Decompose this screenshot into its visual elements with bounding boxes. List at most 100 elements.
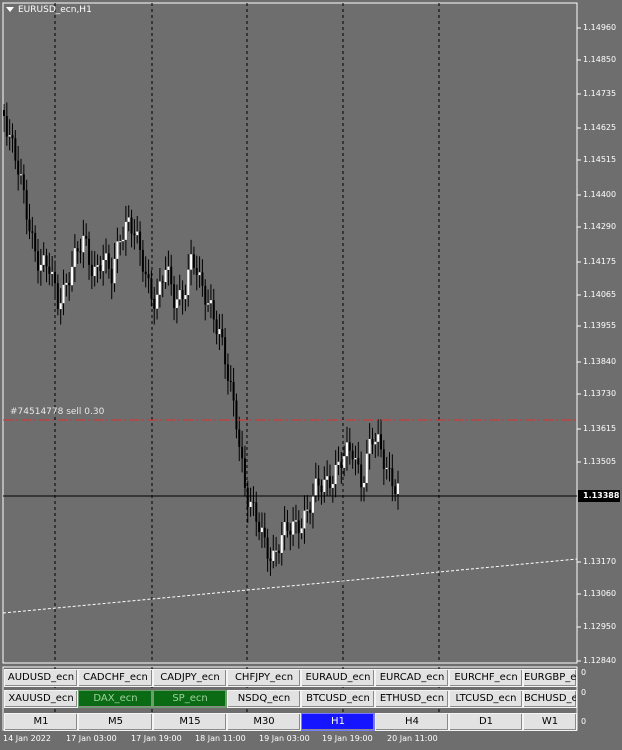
m5-button[interactable]: M5 (78, 713, 153, 731)
price-bar (263, 512, 266, 548)
price-bar (323, 466, 326, 503)
price-bar (11, 123, 14, 153)
price-bar (156, 278, 159, 320)
d1-button[interactable]: D1 (449, 713, 523, 731)
price-bar (277, 544, 280, 564)
price-bar (212, 288, 215, 333)
price-bar (394, 479, 397, 502)
time-axis-label: 20 Jan 11:00 (387, 734, 438, 743)
price-bar (181, 280, 184, 315)
time-axis-label: 17 Jan 03:00 (66, 734, 117, 743)
price-bar (204, 279, 207, 321)
nsdq-ecn-button[interactable]: NSDQ_ecn (227, 690, 301, 708)
price-bar (249, 487, 252, 517)
trendline[interactable] (2, 558, 578, 614)
ethusd-ecn-button[interactable]: ETHUSD_ecn (375, 690, 449, 708)
eurchf-ecn-button[interactable]: EURCHF_ecn (449, 669, 523, 687)
price-bar (198, 256, 201, 288)
xauusd-ecn-button[interactable]: XAUUSD_ecn (4, 690, 78, 708)
price-axis-label: 1.14065 (583, 290, 617, 299)
audusd-ecn-button[interactable]: AUDUSD_ecn (4, 669, 78, 687)
price-bar (153, 287, 156, 325)
price-bar (232, 367, 235, 417)
dropdown-arrow-icon[interactable] (6, 7, 14, 12)
subwindow-zero-label: 0 (581, 717, 587, 726)
price-bar (28, 203, 31, 240)
cadchf-ecn-button[interactable]: CADCHF_ecn (78, 669, 153, 687)
price-bar (141, 240, 144, 282)
price-axis-label: 1.14400 (583, 190, 617, 199)
price-bar (331, 475, 334, 503)
bchusd-ecn-button[interactable]: BCHUSD_ecn (523, 690, 577, 708)
price-bar (309, 501, 312, 525)
m30-button[interactable]: M30 (227, 713, 301, 731)
price-axis-label: 1.13955 (583, 321, 617, 330)
price-axis-label: 1.14175 (583, 257, 617, 266)
price-bar (283, 506, 286, 551)
current-price-label: 1.13388 (583, 491, 620, 500)
h4-button[interactable]: H4 (375, 713, 449, 731)
price-bar (362, 476, 365, 502)
price-bar (5, 102, 8, 146)
m1-button[interactable]: M1 (4, 713, 78, 731)
subwindow-zero-label: 0 (581, 668, 587, 677)
window-title: EURUSD_ecn,H1 (18, 5, 92, 15)
vertical-grid (54, 3, 440, 730)
subwindow-zero-label: 0 (581, 688, 587, 697)
price-bar (289, 523, 292, 551)
m15-button[interactable]: M15 (153, 713, 227, 731)
chfjpy-ecn-button[interactable]: CHFJPY_ecn (227, 669, 301, 687)
sp-ecn-button[interactable]: SP_ecn (153, 690, 227, 708)
price-bar (360, 451, 363, 502)
eurcad-ecn-button[interactable]: EURCAD_ecn (375, 669, 449, 687)
price-bar (127, 205, 130, 232)
price-bar (357, 442, 360, 474)
price-bar (275, 536, 278, 567)
price-bar (382, 440, 385, 485)
price-bar (326, 460, 329, 496)
price-axis-label: 1.12950 (583, 622, 617, 631)
price-bar (164, 256, 167, 289)
price-axis-ticks (577, 27, 581, 662)
ltcusd-ecn-button[interactable]: LTCUSD_ecn (449, 690, 523, 708)
price-bar (187, 254, 190, 307)
price-bar (224, 328, 227, 379)
price-bar (292, 507, 295, 547)
price-bar (184, 284, 187, 312)
cadjpy-ecn-button[interactable]: CADJPY_ecn (153, 669, 227, 687)
time-axis-label: 17 Jan 19:00 (131, 734, 182, 743)
price-chart[interactable] (0, 0, 622, 750)
price-bar (226, 353, 229, 395)
dax-ecn-button[interactable]: DAX_ecn (78, 690, 153, 708)
price-bar (147, 259, 150, 294)
price-axis-label: 1.12840 (583, 656, 617, 665)
price-bar (209, 284, 212, 319)
price-bar (241, 430, 244, 473)
price-bar (280, 522, 283, 566)
price-bar (365, 439, 368, 492)
price-bar (173, 275, 176, 321)
price-bar (371, 427, 374, 455)
price-bar (85, 223, 88, 246)
price-bar (158, 268, 161, 308)
price-bar (286, 509, 289, 538)
price-axis-label: 1.14735 (583, 89, 617, 98)
eurgbp-ecn-button[interactable]: EURGBP_ecn (523, 669, 577, 687)
price-bar (252, 486, 255, 517)
w1-button[interactable]: W1 (523, 713, 577, 731)
price-bar (294, 504, 297, 534)
price-axis-label: 1.14850 (583, 55, 617, 64)
time-axis-label: 19 Jan 03:00 (259, 734, 310, 743)
price-bar (37, 238, 40, 284)
price-axis-label: 1.13615 (583, 424, 617, 433)
price-bar (306, 495, 309, 523)
price-bar (105, 238, 108, 274)
h1-button[interactable]: H1 (301, 713, 375, 731)
price-bar (96, 254, 99, 283)
price-bar (238, 416, 241, 462)
price-bar (122, 226, 125, 251)
btcusd-ecn-button[interactable]: BTCUSD_ecn (301, 690, 375, 708)
euraud-ecn-button[interactable]: EURAUD_ecn (301, 669, 375, 687)
order-label[interactable]: #74514778 sell 0.30 (10, 407, 104, 417)
price-bar (229, 365, 232, 392)
